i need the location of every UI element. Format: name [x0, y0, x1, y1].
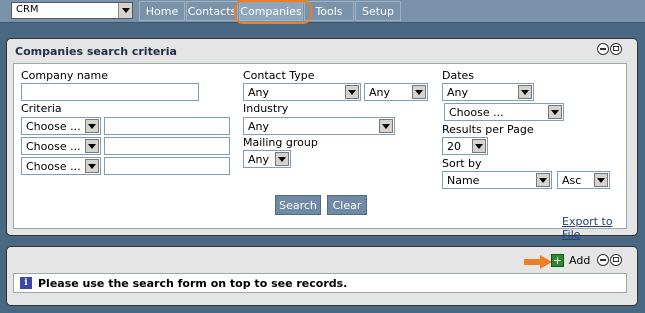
add-button[interactable]: Add — [551, 254, 591, 268]
search-button[interactable]: Search — [275, 195, 321, 215]
criteria-select-2[interactable]: Choose ... — [21, 137, 101, 155]
dates-select[interactable]: Any — [442, 83, 534, 101]
criteria-select-2-value: Choose ... — [26, 140, 81, 153]
contact-type-select-2-value: Any — [369, 86, 391, 99]
panel-window-buttons — [597, 43, 625, 57]
tab-setup[interactable]: Setup — [355, 1, 401, 21]
sort-by-select[interactable]: Name — [442, 171, 552, 189]
info-message-bar: i Please use the search form on top to s… — [13, 273, 627, 293]
chevron-down-icon[interactable] — [472, 139, 486, 153]
results-per-page-select[interactable]: 20 — [442, 137, 488, 155]
top-nav-bar: CRM Home Contacts Companies Tools Setup — [0, 0, 645, 24]
export-to-file-link[interactable]: Export to File — [562, 215, 626, 241]
panel-title: Companies search criteria — [15, 45, 177, 58]
industry-select[interactable]: Any — [243, 117, 395, 135]
chevron-down-icon[interactable] — [118, 3, 132, 18]
chevron-down-icon[interactable] — [345, 85, 359, 99]
chevron-down-icon[interactable] — [594, 173, 608, 187]
criteria-label: Criteria — [21, 102, 62, 115]
dates-label: Dates — [442, 69, 475, 82]
criteria-input-2[interactable] — [104, 137, 230, 155]
maximize-icon[interactable] — [610, 254, 622, 266]
results-panel: Add i Please use the search form on top … — [6, 246, 638, 306]
criteria-select-3-value: Choose ... — [26, 160, 81, 173]
chevron-down-icon[interactable] — [275, 152, 289, 166]
criteria-select-3[interactable]: Choose ... — [21, 157, 101, 175]
search-form: Company name Criteria Choose ... Choose … — [13, 63, 627, 241]
mailing-group-label: Mailing group — [243, 136, 318, 149]
chevron-down-icon[interactable] — [85, 139, 99, 153]
tab-tools[interactable]: Tools — [304, 1, 354, 21]
company-name-input[interactable] — [21, 83, 199, 101]
add-label: Add — [569, 254, 591, 267]
sort-by-label: Sort by — [442, 157, 482, 170]
minimize-icon[interactable] — [597, 43, 609, 55]
info-icon: i — [20, 277, 32, 289]
criteria-select-1-value: Choose ... — [26, 120, 81, 133]
chevron-down-icon[interactable] — [548, 105, 562, 119]
add-icon[interactable] — [551, 254, 564, 267]
criteria-input-1[interactable] — [104, 117, 230, 135]
dates-select-value: Any — [447, 86, 469, 99]
module-select[interactable]: CRM — [11, 2, 133, 19]
chevron-down-icon[interactable] — [85, 119, 99, 133]
contact-type-label: Contact Type — [243, 69, 315, 82]
criteria-input-3[interactable] — [104, 157, 230, 175]
industry-label: Industry — [243, 102, 289, 115]
clear-button[interactable]: Clear — [327, 195, 367, 215]
panel-window-buttons — [597, 254, 625, 268]
search-criteria-panel: Companies search criteria Company name C… — [6, 38, 638, 241]
chevron-down-icon[interactable] — [85, 159, 99, 173]
company-name-label: Company name — [21, 69, 109, 82]
sort-by-select-value: Name — [447, 174, 480, 187]
chevron-down-icon[interactable] — [412, 85, 426, 99]
mailing-group-select[interactable]: Any — [243, 150, 291, 168]
minimize-icon[interactable] — [597, 254, 609, 266]
sort-order-select-value: Asc — [562, 174, 582, 187]
maximize-icon[interactable] — [610, 43, 622, 55]
dates-choose-select[interactable]: Choose ... — [444, 103, 564, 121]
info-message-text: Please use the search form on top to see… — [38, 277, 348, 290]
results-per-page-value: 20 — [447, 140, 461, 153]
results-per-page-label: Results per Page — [442, 123, 534, 136]
contact-type-select[interactable]: Any — [243, 83, 361, 101]
module-select-value: CRM — [16, 4, 39, 15]
industry-select-value: Any — [248, 120, 270, 133]
contact-type-select-2[interactable]: Any — [364, 83, 428, 101]
chevron-down-icon[interactable] — [379, 119, 393, 133]
contact-type-select-value: Any — [248, 86, 270, 99]
tab-contacts[interactable]: Contacts — [186, 1, 238, 21]
criteria-select-1[interactable]: Choose ... — [21, 117, 101, 135]
chevron-down-icon[interactable] — [518, 85, 532, 99]
chevron-down-icon[interactable] — [536, 173, 550, 187]
tab-companies[interactable]: Companies — [239, 1, 303, 21]
mailing-group-select-value: Any — [248, 153, 270, 166]
tab-home[interactable]: Home — [139, 1, 185, 21]
dates-choose-select-value: Choose ... — [449, 106, 504, 119]
arrow-right-icon — [524, 255, 552, 269]
sort-order-select[interactable]: Asc — [557, 171, 610, 189]
